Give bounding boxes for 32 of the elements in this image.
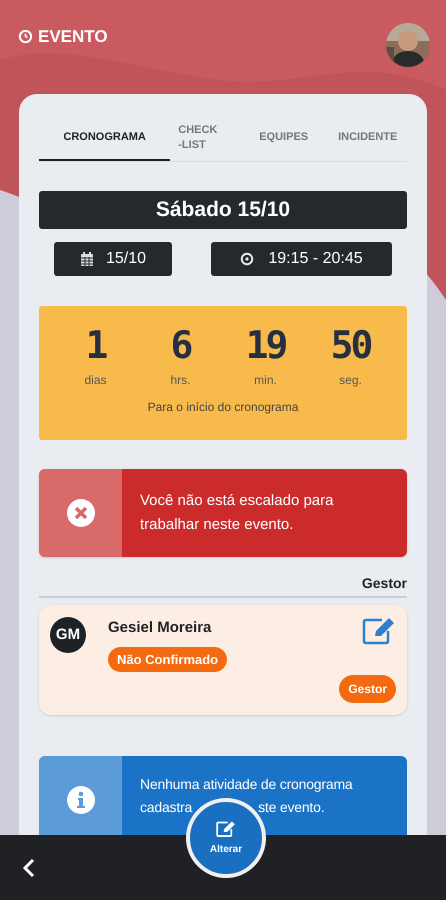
countdown-value: 6 [170,324,190,366]
clock-icon [18,29,33,44]
back-icon[interactable] [22,858,36,878]
tab[interactable]: INCIDENTE [328,116,407,161]
countdown-value: 50 [330,324,370,366]
countdown-value: 19 [246,324,286,366]
time-text: 19:15 - 20:45 [268,249,363,269]
status-badge: Não Confirmado [108,646,228,672]
member-name: Gesiel Moreira [108,618,212,638]
tab[interactable]: CRONOGRAMA [39,116,170,161]
day-banner: Sábado 15/10 [39,191,407,229]
info-icon [66,786,94,814]
clock-icon [240,252,254,266]
info-message: Nenhuma atividade de cronograma [140,775,352,794]
calendar-icon [80,252,94,266]
date-text: 15/10 [106,249,146,269]
error-icon [66,499,94,527]
error-message: Você não está escalado para trabalhar neste evento. [139,491,334,535]
edit-icon[interactable] [362,617,396,645]
avatar-initials: GM [50,617,86,653]
tab[interactable]: CHECK-LIST [170,116,239,161]
countdown-unit: min. [254,372,277,389]
countdown-unit: seg. [339,372,362,389]
role-badge: Gestor [339,675,396,703]
countdown-value: 1 [86,324,106,366]
page-title: EVENTO [38,26,108,48]
section-label: Gestor [362,574,407,593]
countdown-unit: hrs. [170,372,190,389]
countdown-caption: Para o início do cronograma [148,399,298,416]
tab[interactable]: EQUIPES [238,116,328,161]
countdown-unit: dias [84,372,106,389]
edit-icon [216,820,236,838]
